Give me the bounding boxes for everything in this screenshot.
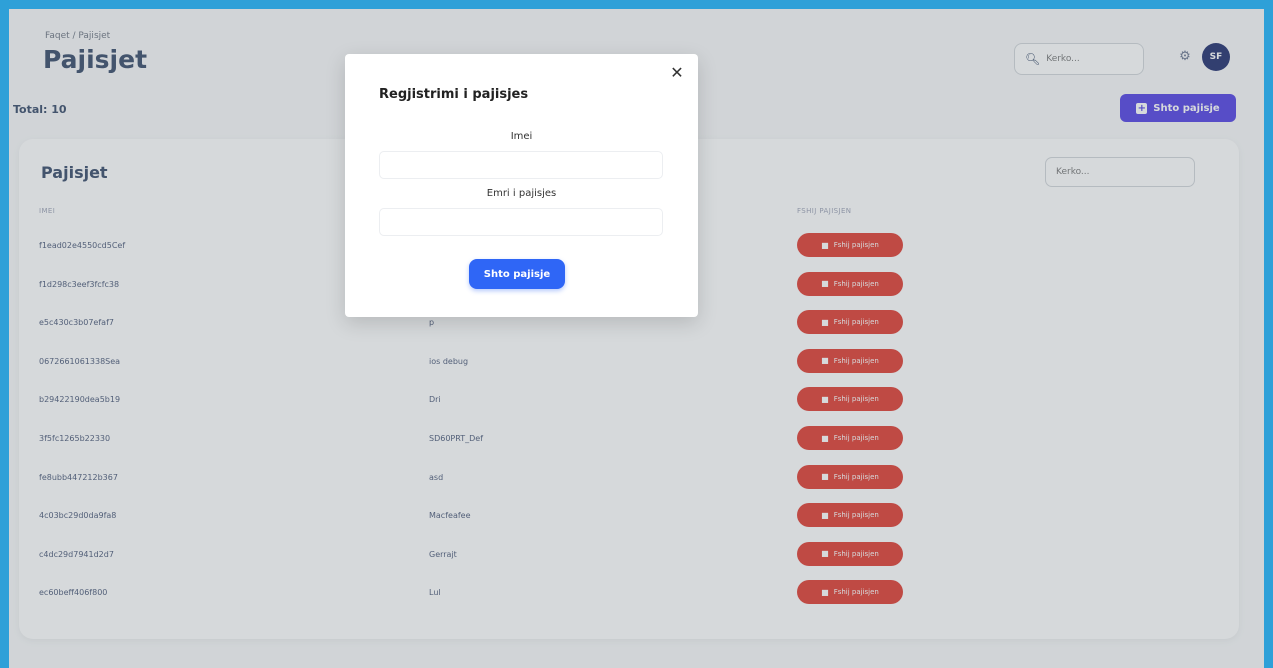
modal-title: Regjistrimi i pajisjes	[379, 87, 529, 102]
imei-input[interactable]	[379, 151, 663, 179]
close-icon[interactable]: ✕	[669, 65, 685, 81]
submit-device-button[interactable]: Shto pajisje	[469, 259, 565, 289]
register-device-modal: ✕ Regjistrimi i pajisjes Imei Emri i paj…	[345, 54, 698, 317]
imei-label: Imei	[510, 131, 533, 142]
device-name-label: Emri i pajisjes	[486, 188, 557, 199]
device-name-input[interactable]	[379, 208, 663, 236]
